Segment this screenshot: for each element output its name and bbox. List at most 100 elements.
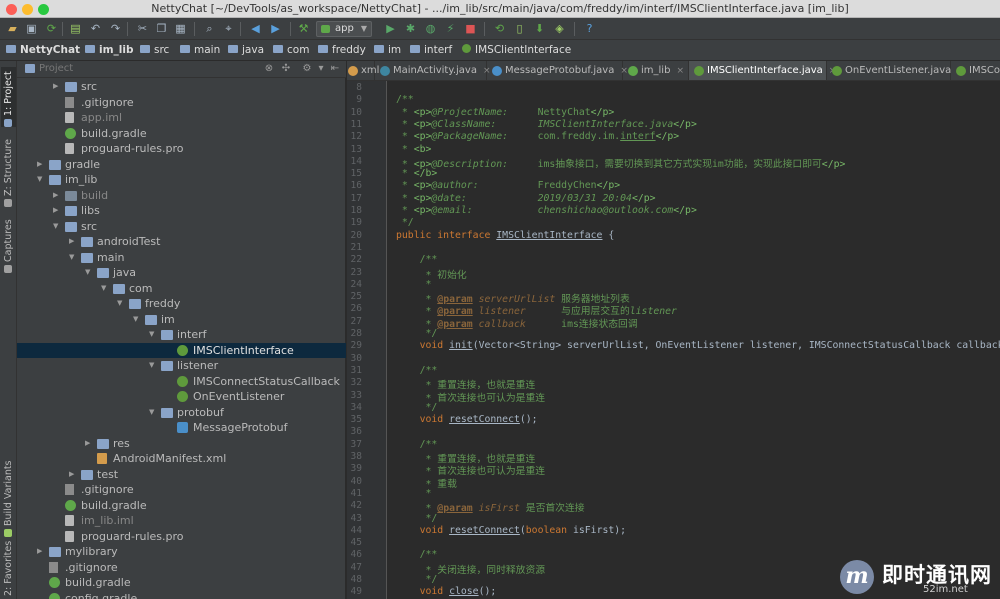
breadcrumb-item-src[interactable]: src [140, 44, 169, 56]
tree-item[interactable]: proguard-rules.pro [17, 529, 346, 545]
chevron-right-icon[interactable]: ▶ [53, 82, 61, 90]
tree-item[interactable]: OnEventListener [17, 389, 346, 405]
gear-icon[interactable]: ⚙ [301, 63, 313, 75]
device-monitor-icon[interactable]: ◈ [552, 22, 567, 36]
chevron-down-icon[interactable]: ▼ [69, 253, 77, 261]
code-line[interactable]: * <p>@PackageName: com.freddy.im.interf<… [396, 131, 679, 142]
tree-item[interactable]: ▶ res [17, 436, 346, 452]
undo-icon[interactable]: ↶ [88, 22, 103, 36]
tree-item[interactable]: im_lib.iml [17, 513, 346, 529]
chevron-down-icon[interactable]: ▼ [117, 299, 125, 307]
code-line[interactable]: */ [396, 217, 414, 228]
code-line[interactable]: */ [396, 328, 437, 339]
code-line[interactable]: * <p>@email: chenshichao@outlook.com</p> [396, 205, 697, 216]
breadcrumb-item-nettychat[interactable]: NettyChat [6, 44, 80, 56]
code-line[interactable]: * </b> [396, 168, 437, 179]
breadcrumb-item-com[interactable]: com [273, 44, 309, 56]
tree-item[interactable]: .gitignore [17, 560, 346, 576]
tree-item[interactable]: ▼ listener [17, 358, 346, 374]
tree-item[interactable]: config.gradle [17, 591, 346, 599]
tree-item[interactable]: build.gradle [17, 575, 346, 591]
code-editor[interactable]: /** * <p>@ProjectName: NettyChat</p> * <… [388, 81, 1000, 599]
find-icon[interactable]: ⌕ [202, 22, 217, 36]
code-line[interactable]: void close(); [396, 586, 497, 597]
sync-icon[interactable]: ⟳ [44, 22, 59, 36]
code-line[interactable]: public interface IMSClientInterface { [396, 230, 614, 241]
chevron-right-icon[interactable]: ▶ [69, 470, 77, 478]
tab-captures-tool[interactable]: Captures [1, 215, 16, 273]
code-line[interactable]: * <p>@ProjectName: NettyChat</p> [396, 107, 614, 118]
tab-project-tool[interactable]: 1: Project [1, 67, 16, 127]
apply-changes-icon[interactable]: ⚡ [443, 22, 458, 36]
tree-item[interactable]: app.iml [17, 110, 346, 126]
editor-tab[interactable]: IMSClientInterface.java× [689, 61, 836, 80]
tree-item[interactable]: ▼ src [17, 219, 346, 235]
tree-item[interactable]: ▼ main [17, 250, 346, 266]
editor-tab[interactable]: IMSCo [951, 61, 1000, 80]
profile-icon[interactable]: ◍ [423, 22, 438, 36]
chevron-right-icon[interactable]: ▶ [37, 160, 45, 168]
collapse-all-icon[interactable]: ⊗ [263, 63, 275, 75]
forward-icon[interactable]: ▶ [268, 22, 283, 36]
help-icon[interactable]: ? [582, 22, 597, 36]
run-icon[interactable]: ▶ [383, 22, 398, 36]
code-line[interactable]: /** [396, 549, 438, 560]
open-folder-icon[interactable]: ▰ [5, 22, 20, 36]
save-all-icon[interactable]: ▣ [24, 22, 39, 36]
tree-item[interactable]: IMSConnectStatusCallback [17, 374, 346, 390]
chevron-right-icon[interactable]: ▶ [85, 439, 93, 447]
tree-item[interactable]: ▶ libs [17, 203, 346, 219]
project-panel-title[interactable]: Project [39, 63, 73, 74]
gradle-sync-icon[interactable]: ⟲ [492, 22, 507, 36]
chevron-down-icon[interactable]: ▼ [133, 315, 141, 323]
tree-item[interactable]: build.gradle [17, 126, 346, 142]
code-line[interactable]: * <p>@author: FreddyChen</p> [396, 180, 620, 191]
sdk-manager-icon[interactable]: ⬇ [532, 22, 547, 36]
chevron-down-icon[interactable]: ▼ [149, 408, 157, 416]
editor-tab[interactable]: MainActivity.java × [375, 61, 491, 80]
make-project-icon[interactable]: ⚒ [296, 22, 311, 36]
tree-item[interactable]: ▼ im_lib [17, 172, 346, 188]
code-line[interactable]: */ [396, 402, 437, 413]
chevron-right-icon[interactable]: ▶ [69, 237, 77, 245]
code-line[interactable]: /** [396, 439, 438, 450]
tree-item[interactable]: build.gradle [17, 498, 346, 514]
tree-item[interactable]: ▶ androidTest [17, 234, 346, 250]
tree-item[interactable]: ▼ im [17, 312, 346, 328]
chevron-right-icon[interactable]: ▶ [37, 547, 45, 555]
breadcrumb-item-freddy[interactable]: freddy [318, 44, 366, 56]
redo-icon[interactable]: ↷ [108, 22, 123, 36]
code-line[interactable]: void resetConnect(boolean isFirst); [396, 525, 626, 536]
tree-item[interactable]: ▼ java [17, 265, 346, 281]
chevron-down-icon[interactable]: ▼ [37, 175, 45, 183]
code-line[interactable]: void init(Vector<String> serverUrlList, … [396, 340, 1000, 351]
tree-item[interactable]: IMSClientInterface [17, 342, 346, 358]
tree-item[interactable]: AndroidManifest.xml [17, 451, 346, 467]
tree-item[interactable]: proguard-rules.pro [17, 141, 346, 157]
breadcrumb-item-interf[interactable]: interf [410, 44, 452, 56]
chevron-down-icon[interactable]: ▼ [85, 268, 93, 276]
code-line[interactable]: * [396, 279, 431, 290]
tree-item[interactable]: ▶ build [17, 188, 346, 204]
chevron-right-icon[interactable]: ▶ [53, 206, 61, 214]
code-line[interactable]: /** [396, 94, 414, 105]
code-line[interactable]: * <p>@Description: ims抽象接口，需要切换到其它方式实现im… [396, 156, 846, 170]
code-line[interactable]: * <b> [396, 144, 432, 155]
tree-item[interactable]: ▼ freddy [17, 296, 346, 312]
project-tree[interactable]: ▶ src .gitignore app.iml build.gradle proguar… [17, 79, 346, 599]
code-line[interactable]: void resetConnect(); [396, 414, 538, 425]
tree-item[interactable]: ▼ com [17, 281, 346, 297]
tree-item[interactable]: ▶ test [17, 467, 346, 483]
code-line[interactable]: * <p>@date: 2019/03/31 20:04</p> [396, 193, 656, 204]
run-configuration-select[interactable]: app ▼ [316, 21, 372, 37]
code-line[interactable]: /** [396, 365, 438, 376]
tree-item[interactable]: .gitignore [17, 482, 346, 498]
attach-debugger-icon[interactable]: ▤ [68, 22, 83, 36]
replace-icon[interactable]: ⌖ [221, 22, 236, 36]
breadcrumb-item-imsclientinterface[interactable]: IMSClientInterface [462, 44, 571, 56]
avd-manager-icon[interactable]: ▯ [512, 22, 527, 36]
back-icon[interactable]: ◀ [248, 22, 263, 36]
stop-icon[interactable]: ■ [463, 22, 478, 36]
tab-build-variants-tool[interactable]: Build Variants [1, 457, 16, 537]
breadcrumb-item-java[interactable]: java [228, 44, 264, 56]
